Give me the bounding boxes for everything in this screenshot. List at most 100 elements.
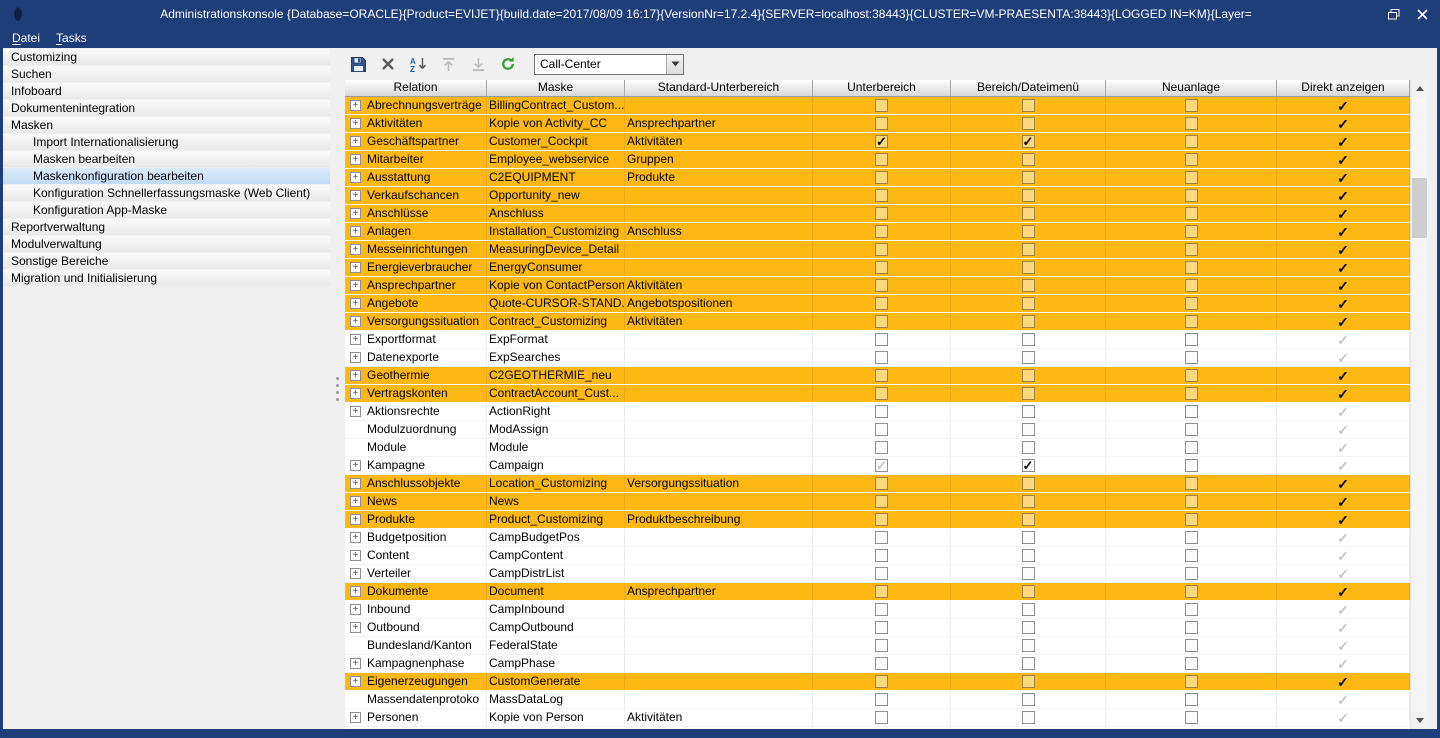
unterbereich-checkbox[interactable] bbox=[875, 603, 888, 616]
menu-item-tasks[interactable]: Tasks bbox=[56, 31, 87, 45]
bereich-dateimenu-checkbox[interactable] bbox=[1022, 585, 1035, 598]
splitter-handle[interactable] bbox=[330, 48, 345, 729]
expand-icon[interactable]: + bbox=[350, 298, 361, 309]
direkt-anzeigen-check[interactable]: ✓ bbox=[1337, 99, 1349, 113]
column-header[interactable]: Neuanlage bbox=[1106, 80, 1277, 97]
direkt-anzeigen-check[interactable]: ✓ bbox=[1337, 261, 1349, 275]
table-row[interactable]: ModuleModule✓ bbox=[345, 439, 1410, 457]
bereich-dateimenu-checkbox[interactable] bbox=[1022, 621, 1035, 634]
direkt-anzeigen-check[interactable]: ✓ bbox=[1337, 369, 1349, 383]
expand-icon[interactable]: + bbox=[350, 172, 361, 183]
sidebar-item[interactable]: Masken bbox=[3, 117, 330, 133]
expand-icon[interactable]: + bbox=[350, 514, 361, 525]
direkt-anzeigen-check[interactable]: ✓ bbox=[1337, 441, 1349, 455]
direkt-anzeigen-check[interactable]: ✓ bbox=[1337, 207, 1349, 221]
direkt-anzeigen-check[interactable]: ✓ bbox=[1337, 423, 1349, 437]
table-row[interactable]: MassendatenprotokoMassDataLog✓ bbox=[345, 691, 1410, 709]
neuanlage-checkbox[interactable] bbox=[1185, 243, 1198, 256]
direkt-anzeigen-check[interactable]: ✓ bbox=[1337, 387, 1349, 401]
expand-icon[interactable]: + bbox=[350, 370, 361, 381]
expand-icon[interactable]: + bbox=[350, 550, 361, 561]
bereich-dateimenu-checkbox[interactable] bbox=[1022, 261, 1035, 274]
unterbereich-checkbox[interactable] bbox=[875, 513, 888, 526]
neuanlage-checkbox[interactable] bbox=[1185, 135, 1198, 148]
neuanlage-checkbox[interactable] bbox=[1185, 711, 1198, 724]
expand-icon[interactable]: + bbox=[350, 676, 361, 687]
sidebar-item[interactable]: Konfiguration App-Maske bbox=[3, 202, 330, 218]
sidebar-item[interactable]: Import Internationalisierung bbox=[3, 134, 330, 150]
bereich-dateimenu-checkbox[interactable] bbox=[1022, 369, 1035, 382]
expand-icon[interactable]: + bbox=[350, 352, 361, 363]
table-row[interactable]: +AusstattungC2EQUIPMENTProdukte✓ bbox=[345, 169, 1410, 187]
direkt-anzeigen-check[interactable]: ✓ bbox=[1337, 567, 1349, 581]
bereich-dateimenu-checkbox[interactable] bbox=[1022, 531, 1035, 544]
unterbereich-checkbox[interactable] bbox=[875, 117, 888, 130]
neuanlage-checkbox[interactable] bbox=[1185, 657, 1198, 670]
direkt-anzeigen-check[interactable]: ✓ bbox=[1337, 189, 1349, 203]
expand-icon[interactable]: + bbox=[350, 460, 361, 471]
table-row[interactable]: +AnsprechpartnerKopie von ContactPersonA… bbox=[345, 277, 1410, 295]
direkt-anzeigen-check[interactable]: ✓ bbox=[1337, 153, 1349, 167]
neuanlage-checkbox[interactable] bbox=[1185, 639, 1198, 652]
table-row[interactable]: +OutboundCampOutbound✓ bbox=[345, 619, 1410, 637]
direkt-anzeigen-check[interactable]: ✓ bbox=[1337, 135, 1349, 149]
unterbereich-checkbox[interactable] bbox=[875, 567, 888, 580]
neuanlage-checkbox[interactable] bbox=[1185, 693, 1198, 706]
table-row[interactable]: +NewsNews✓ bbox=[345, 493, 1410, 511]
unterbereich-checkbox[interactable] bbox=[875, 225, 888, 238]
neuanlage-checkbox[interactable] bbox=[1185, 333, 1198, 346]
sidebar-item[interactable]: Infoboard bbox=[3, 83, 330, 99]
table-row[interactable]: +ProdukteProduct_CustomizingProduktbesch… bbox=[345, 511, 1410, 529]
table-row[interactable]: ModulzuordnungModAssign✓ bbox=[345, 421, 1410, 439]
direkt-anzeigen-check[interactable]: ✓ bbox=[1337, 459, 1349, 473]
table-row[interactable]: +InboundCampInbound✓ bbox=[345, 601, 1410, 619]
direkt-anzeigen-check[interactable]: ✓ bbox=[1337, 621, 1349, 635]
bereich-dateimenu-checkbox[interactable] bbox=[1022, 189, 1035, 202]
bereich-dateimenu-checkbox[interactable] bbox=[1022, 405, 1035, 418]
table-row[interactable]: +DokumenteDocumentAnsprechpartner✓ bbox=[345, 583, 1410, 601]
expand-icon[interactable]: + bbox=[350, 118, 361, 129]
table-row[interactable]: +MitarbeiterEmployee_webserviceGruppen✓ bbox=[345, 151, 1410, 169]
direkt-anzeigen-check[interactable]: ✓ bbox=[1337, 279, 1349, 293]
bereich-dateimenu-checkbox[interactable] bbox=[1022, 279, 1035, 292]
neuanlage-checkbox[interactable] bbox=[1185, 351, 1198, 364]
sidebar-item[interactable]: Migration und Initialisierung bbox=[3, 270, 330, 286]
unterbereich-checkbox[interactable] bbox=[875, 423, 888, 436]
unterbereich-checkbox[interactable] bbox=[875, 369, 888, 382]
table-row[interactable]: +EigenerzeugungenCustomGenerate✓ bbox=[345, 673, 1410, 691]
table-row[interactable]: +ContentCampContent✓ bbox=[345, 547, 1410, 565]
table-row[interactable]: +GeschäftspartnerCustomer_CockpitAktivit… bbox=[345, 133, 1410, 151]
bereich-dateimenu-checkbox[interactable] bbox=[1022, 603, 1035, 616]
bereich-dateimenu-checkbox[interactable] bbox=[1022, 441, 1035, 454]
unterbereich-checkbox[interactable] bbox=[875, 711, 888, 724]
expand-icon[interactable]: + bbox=[350, 316, 361, 327]
expand-icon[interactable]: + bbox=[350, 208, 361, 219]
column-header[interactable]: Relation bbox=[345, 80, 487, 97]
table-row[interactable]: +AnschlüsseAnschluss✓ bbox=[345, 205, 1410, 223]
unterbereich-checkbox[interactable] bbox=[875, 351, 888, 364]
table-row[interactable]: +VerteilerCampDistrList✓ bbox=[345, 565, 1410, 583]
direkt-anzeigen-check[interactable]: ✓ bbox=[1337, 477, 1349, 491]
sidebar-item[interactable]: Suchen bbox=[3, 66, 330, 82]
expand-icon[interactable]: + bbox=[350, 244, 361, 255]
bereich-dateimenu-checkbox[interactable] bbox=[1022, 171, 1035, 184]
table-row[interactable]: +PersonenKopie von PersonAktivitäten✓ bbox=[345, 709, 1410, 727]
bereich-dateimenu-checkbox[interactable] bbox=[1022, 153, 1035, 166]
bereich-dateimenu-checkbox[interactable] bbox=[1022, 315, 1035, 328]
neuanlage-checkbox[interactable] bbox=[1185, 207, 1198, 220]
neuanlage-checkbox[interactable] bbox=[1185, 567, 1198, 580]
unterbereich-checkbox[interactable] bbox=[875, 441, 888, 454]
table-row[interactable]: +EnergieverbraucherEnergyConsumer✓ bbox=[345, 259, 1410, 277]
unterbereich-checkbox[interactable] bbox=[875, 495, 888, 508]
direkt-anzeigen-check[interactable]: ✓ bbox=[1337, 225, 1349, 239]
expand-icon[interactable]: + bbox=[350, 100, 361, 111]
expand-icon[interactable]: + bbox=[350, 334, 361, 345]
unterbereich-checkbox[interactable]: ✓ bbox=[875, 135, 888, 148]
bereich-dateimenu-checkbox[interactable] bbox=[1022, 297, 1035, 310]
move-up-button[interactable] bbox=[438, 54, 458, 74]
direkt-anzeigen-check[interactable]: ✓ bbox=[1337, 657, 1349, 671]
table-row[interactable]: +AngeboteQuote-CURSOR-STAND...Angebotspo… bbox=[345, 295, 1410, 313]
table-row[interactable]: +AnschlussobjekteLocation_CustomizingVer… bbox=[345, 475, 1410, 493]
sidebar-item[interactable]: Sonstige Bereiche bbox=[3, 253, 330, 269]
direkt-anzeigen-check[interactable]: ✓ bbox=[1337, 675, 1349, 689]
